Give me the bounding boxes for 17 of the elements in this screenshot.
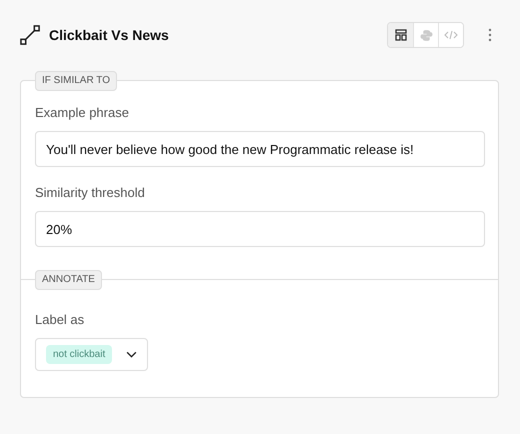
input-field[interactable]: 20%	[35, 211, 485, 247]
layout-icon	[394, 29, 406, 41]
label-select[interactable]: not clickbait	[35, 338, 148, 371]
layout-view-button[interactable]	[388, 23, 413, 47]
chevron-down-icon	[126, 351, 138, 358]
python-icon	[420, 28, 432, 42]
input-field[interactable]: You'll never believe how good the new Programmatic release is!	[35, 131, 485, 167]
section-legend: IF SIMILAR TO	[35, 71, 117, 91]
section-legend: ANNOTATE	[35, 270, 102, 290]
block-title: Clickbait Vs News	[49, 27, 170, 43]
field-label: Label as	[35, 312, 84, 327]
connection-icon	[20, 24, 41, 46]
field-label: Example phrase	[35, 105, 129, 120]
code-icon	[444, 29, 458, 41]
label-tag: not clickbait	[46, 345, 112, 364]
field-label: Similarity threshold	[35, 185, 145, 200]
more-menu-icon[interactable]	[488, 28, 492, 42]
